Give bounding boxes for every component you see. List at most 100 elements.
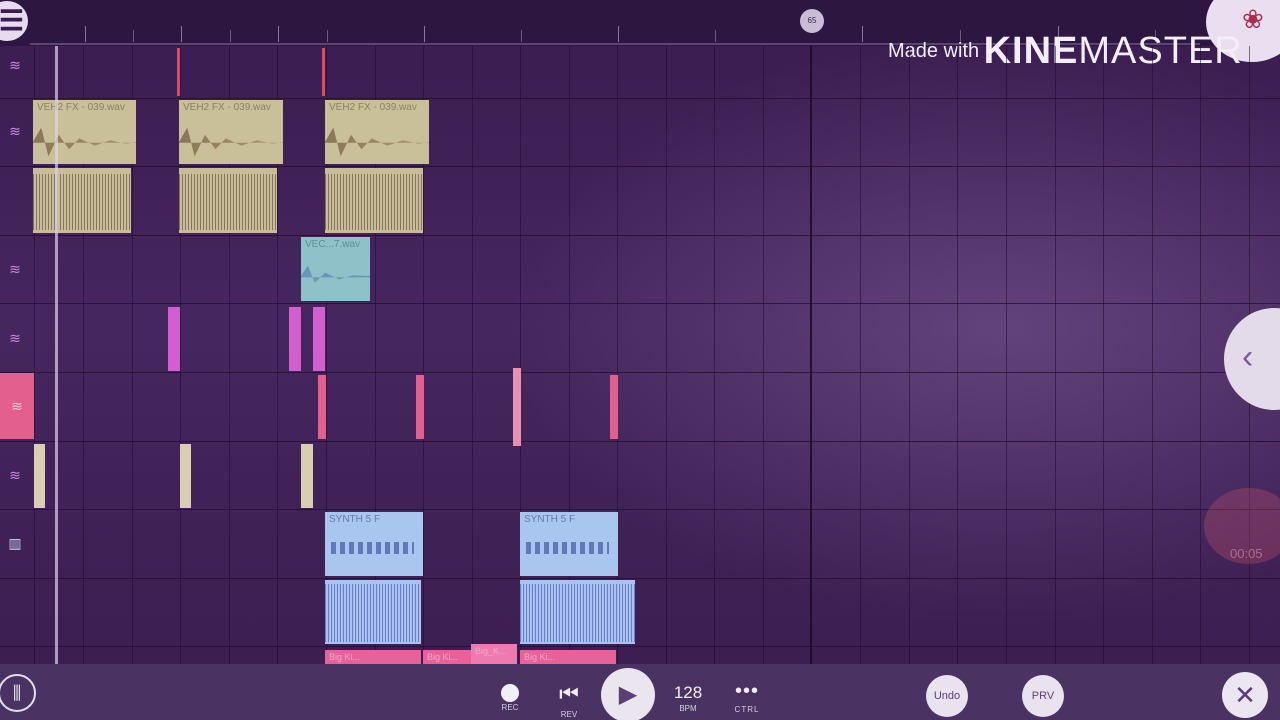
tempo-button[interactable]: 128 BPM xyxy=(666,683,710,713)
kick-clip[interactable]: Big Ki... xyxy=(325,650,421,664)
track-5-audio-icon[interactable]: ≋ xyxy=(0,323,30,353)
clip-label: Big_K... xyxy=(475,646,507,656)
short-clip[interactable] xyxy=(168,307,180,371)
clip-label: SYNTH 5 F xyxy=(329,514,381,525)
grid-line xyxy=(1152,46,1153,664)
kick-clip[interactable]: Big Ki... xyxy=(520,650,616,664)
ruler-tick xyxy=(278,26,279,42)
note-strip xyxy=(331,542,415,554)
clip-marker[interactable] xyxy=(322,48,325,96)
grid-line xyxy=(763,46,764,664)
audio-clip-vec[interactable]: VEC...7.wav xyxy=(301,237,370,301)
record-label: REC xyxy=(501,703,519,712)
playhead-marker[interactable]: 65 xyxy=(800,9,824,33)
short-clip[interactable] xyxy=(34,444,45,508)
short-clip[interactable] xyxy=(416,375,424,439)
grid-line xyxy=(1200,46,1201,664)
track-1-audio-icon[interactable]: ≋ xyxy=(0,50,30,80)
grid-line xyxy=(472,46,473,664)
clip-bars xyxy=(325,174,423,230)
ruler-tick xyxy=(521,30,522,42)
track-2-audio-icon[interactable]: ≋ xyxy=(0,116,30,146)
record-button[interactable]: REC xyxy=(496,684,524,712)
ruler-tick xyxy=(181,26,182,42)
pattern-clip[interactable] xyxy=(325,580,421,644)
ruler-tick xyxy=(327,30,328,42)
grid-line xyxy=(1006,46,1007,664)
menu-icon: ☰ xyxy=(0,5,24,36)
controls-button[interactable]: ••• CTRL xyxy=(726,680,768,719)
kick-clip-selected[interactable]: Big_K... xyxy=(471,644,517,664)
recorder-timer: 00:05 xyxy=(1230,546,1263,561)
song-position-line[interactable] xyxy=(55,46,58,664)
waveform xyxy=(301,265,370,283)
transport-bar: ⫼ REC ⏮ REV ▶ 128 BPM ••• CTRL Undo PRV … xyxy=(0,664,1280,720)
short-clip[interactable] xyxy=(313,307,325,371)
pattern-clip[interactable] xyxy=(179,168,277,233)
grid-line xyxy=(860,46,861,664)
close-icon: ✕ xyxy=(1234,680,1256,710)
skip-back-icon: ⏮ xyxy=(559,681,579,706)
bpm-value: 128 xyxy=(673,683,703,702)
chevron-left-icon: ‹ xyxy=(1242,338,1254,376)
audio-clip[interactable]: VEH2 FX - 039.wav xyxy=(325,100,429,164)
short-clip[interactable] xyxy=(301,444,313,508)
bpm-label: BPM xyxy=(679,704,697,713)
preview-button[interactable]: PRV xyxy=(1022,675,1064,717)
synth-pattern-clip[interactable]: SYNTH 5 F xyxy=(520,512,618,576)
undo-button[interactable]: Undo xyxy=(926,675,968,717)
track-divider xyxy=(0,372,1280,373)
pattern-clip[interactable] xyxy=(33,168,131,233)
playlist-grid[interactable]: ≋ ≋ ≋ ≋ ≋ ≋ ▥ VEH2 FX - 039.wav VEH2 FX … xyxy=(0,46,1280,664)
short-clip-selected[interactable] xyxy=(513,368,521,446)
track-divider xyxy=(0,578,1280,579)
ruler-tick xyxy=(230,30,231,42)
track-divider xyxy=(0,509,1280,510)
clip-bars xyxy=(325,584,421,642)
track-divider xyxy=(0,235,1280,236)
clip-label: Big Ki... xyxy=(524,652,556,662)
play-button[interactable]: ▶ xyxy=(601,668,655,720)
grid-line xyxy=(1055,46,1056,664)
more-dots-icon: ••• xyxy=(734,680,759,702)
close-button[interactable]: ✕ xyxy=(1222,672,1268,718)
short-clip[interactable] xyxy=(318,375,326,439)
clip-label: VEH2 FX - 039.wav xyxy=(329,102,417,113)
bar-divider xyxy=(810,46,812,664)
ruler-tick xyxy=(133,30,134,42)
waveform xyxy=(325,127,429,157)
track-4-audio-icon[interactable]: ≋ xyxy=(0,254,30,284)
short-clip[interactable] xyxy=(289,307,301,371)
short-clip[interactable] xyxy=(180,444,191,508)
audio-clip[interactable]: VEH2 FX - 039.wav xyxy=(179,100,283,164)
mixer-button[interactable]: ⫼ xyxy=(0,674,36,712)
ruler-tick xyxy=(424,26,425,42)
synth-pattern-clip[interactable]: SYNTH 5 F xyxy=(325,512,423,576)
play-icon: ▶ xyxy=(618,681,638,708)
rewind-button[interactable]: ⏮ REV xyxy=(554,681,584,720)
pattern-clip[interactable] xyxy=(520,580,635,644)
track-divider xyxy=(0,441,1280,442)
ruler-tick xyxy=(618,26,619,42)
track-8-piano-icon[interactable]: ▥ xyxy=(0,528,30,558)
sliders-icon: ⫼ xyxy=(12,683,22,703)
track-7-audio-icon[interactable]: ≋ xyxy=(0,460,30,490)
grid-line xyxy=(909,46,910,664)
clip-marker[interactable] xyxy=(177,48,180,96)
menu-button[interactable]: ☰ xyxy=(0,1,28,41)
grid-line xyxy=(714,46,715,664)
rewind-label: REV xyxy=(560,710,578,719)
clip-label: SYNTH 5 F xyxy=(524,514,576,525)
ruler-tick xyxy=(715,30,716,42)
track-6-audio-icon-selected[interactable]: ≋ xyxy=(0,373,34,439)
clip-label: Big Ki... xyxy=(329,652,361,662)
clip-bars xyxy=(520,584,635,642)
kick-clip[interactable]: Big Ki... xyxy=(423,650,471,664)
clip-label: Big Ki... xyxy=(427,652,459,662)
pattern-clip[interactable] xyxy=(325,168,423,233)
audio-clip[interactable]: VEH2 FX - 039.wav xyxy=(33,100,136,164)
daw-playlist-screen: ☰ 65 ❀ Made with KINEMASTER ≋ ≋ ≋ ≋ ≋ ≋ … xyxy=(0,0,1280,720)
short-clip[interactable] xyxy=(610,375,618,439)
clip-label: VEH2 FX - 039.wav xyxy=(37,102,125,113)
track-divider xyxy=(0,646,1280,647)
